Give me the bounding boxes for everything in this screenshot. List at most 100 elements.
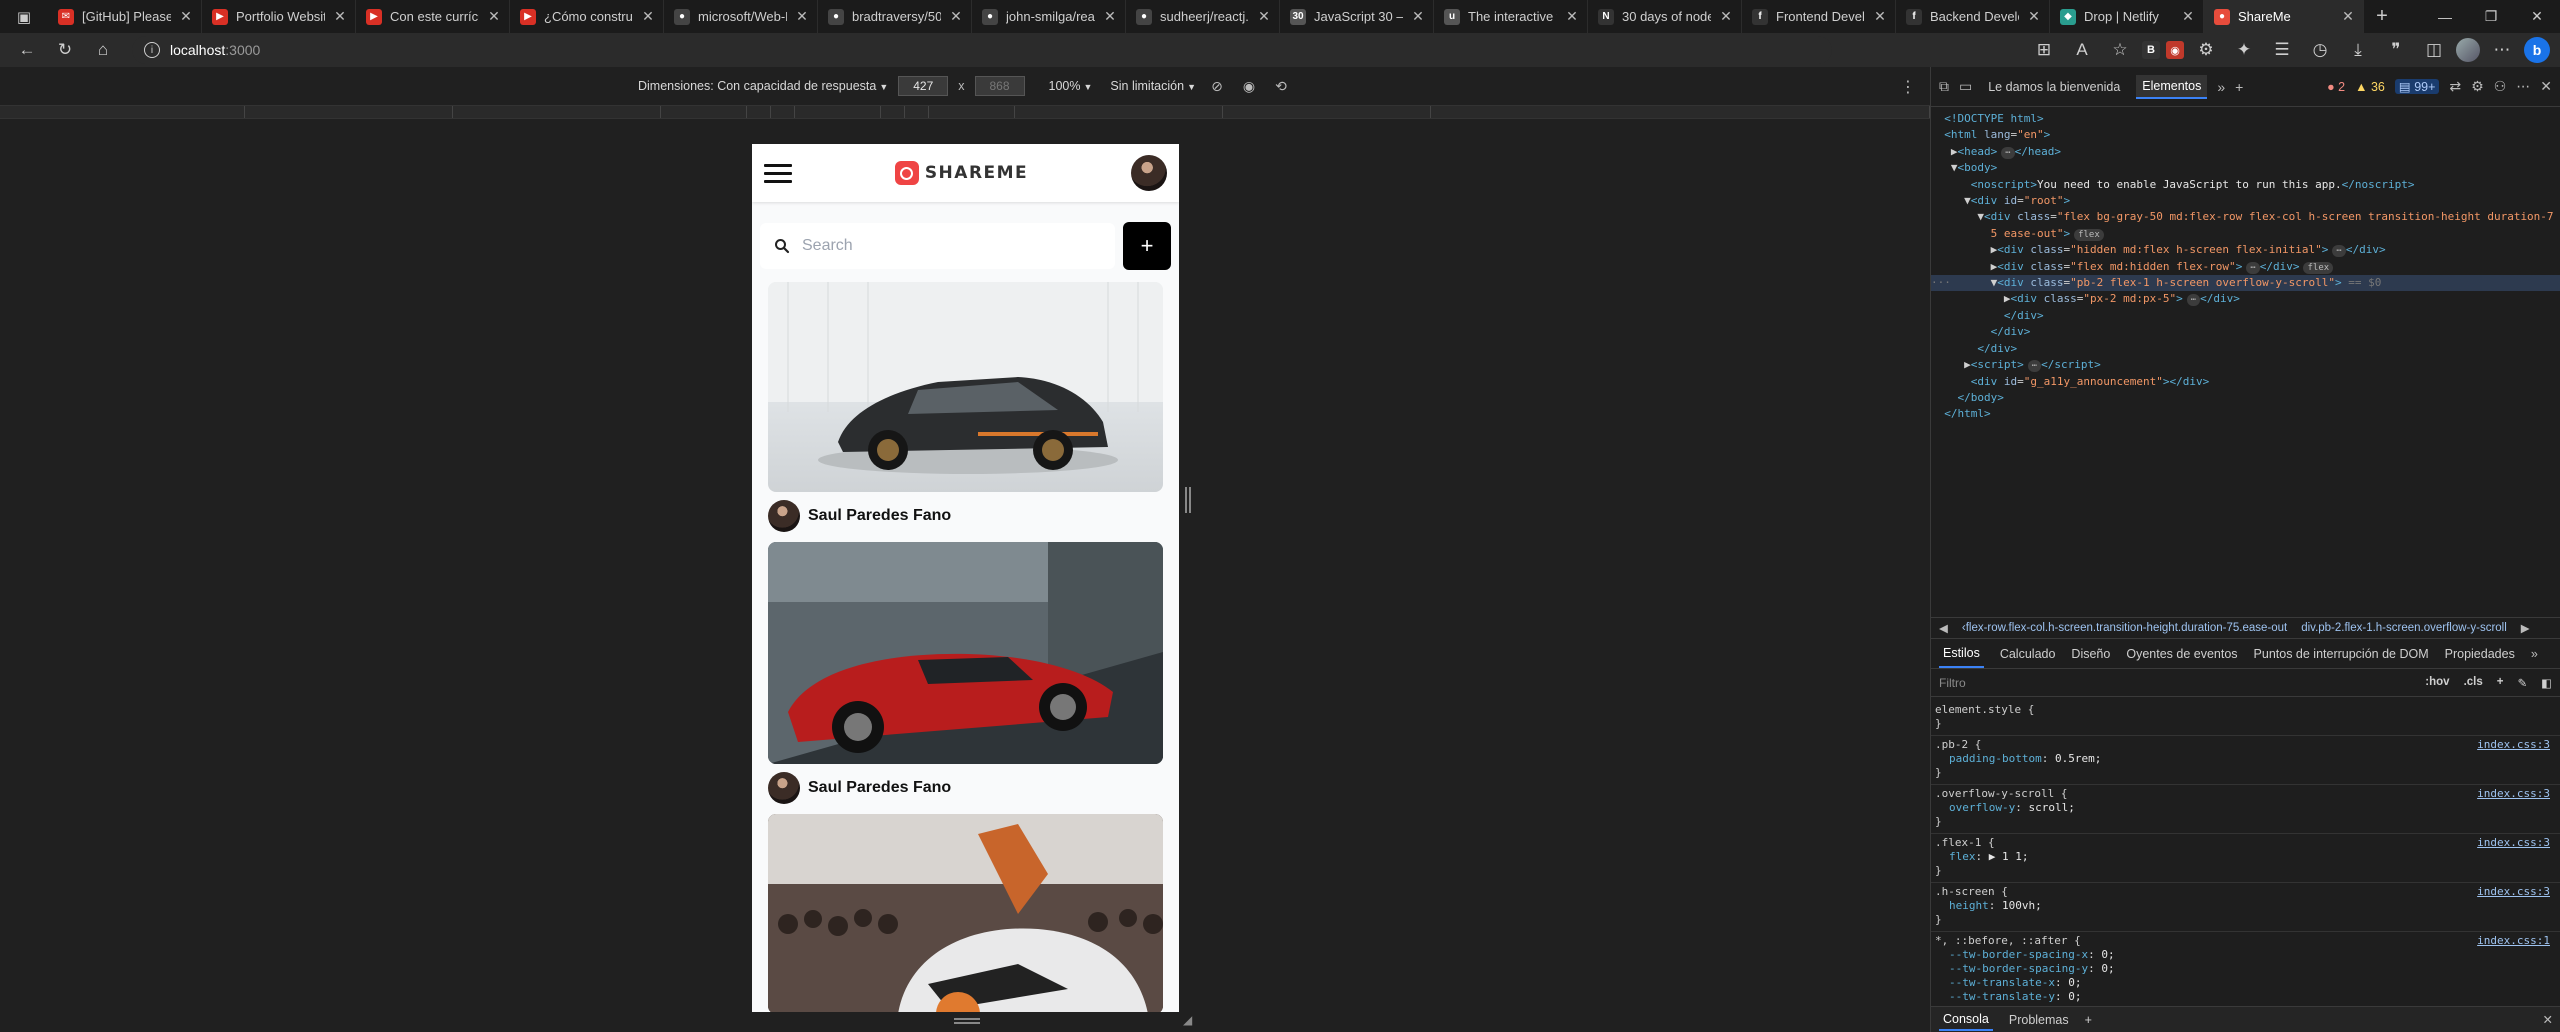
author-name[interactable]: Saul Paredes Fano xyxy=(808,779,951,797)
width-input[interactable]: 427 xyxy=(898,76,949,96)
style-rule[interactable]: .overflow-y-scroll {index.css:3 overflow-… xyxy=(1931,785,2560,834)
declaration-property[interactable]: --tw-border-spacing-x xyxy=(1949,948,2088,961)
dom-node[interactable]: ▶<script> ⋯ </script> xyxy=(1931,357,2560,373)
close-devtools-icon[interactable]: ✕ xyxy=(2540,78,2552,95)
dom-node[interactable]: ▶<head> ⋯ </head> xyxy=(1931,144,2560,160)
rule-declaration[interactable]: --tw-translate-y: 0; xyxy=(1935,990,2550,1004)
address-bar[interactable]: i localhost:3000 xyxy=(132,36,1832,64)
tab-close-icon[interactable]: ✕ xyxy=(1719,8,1733,25)
tab-actions-icon[interactable]: ▣ xyxy=(0,0,48,33)
browser-tab[interactable]: u The interactive w... ✕ xyxy=(1434,0,1588,33)
create-pin-button[interactable]: + xyxy=(1123,222,1171,270)
warning-count[interactable]: ▲ 36 xyxy=(2355,80,2385,94)
bing-icon[interactable]: b xyxy=(2524,37,2550,63)
rule-declaration[interactable]: --tw-border-spacing-x: 0; xyxy=(1935,948,2550,962)
breadcrumb-item[interactable]: div.pb-2.flex-1.h-screen.overflow-y-scro… xyxy=(2301,622,2507,634)
new-tab-button[interactable]: + xyxy=(2364,0,2400,33)
dom-node[interactable]: <html lang="en"> xyxy=(1931,127,2560,143)
sidebar-toggle-icon[interactable]: ◧ xyxy=(2541,676,2552,690)
dom-node[interactable]: ▶<div class="hidden md:flex h-screen fle… xyxy=(1931,242,2560,258)
viewport-resize-corner-icon[interactable]: ◢ xyxy=(1183,1013,1192,1027)
extension-icon[interactable]: B xyxy=(2142,41,2160,59)
dom-node[interactable]: ▼<div id="root"> xyxy=(1931,193,2560,209)
pin-image[interactable] xyxy=(768,282,1163,492)
dom-node[interactable]: </body> xyxy=(1931,390,2560,406)
tab-close-icon[interactable]: ✕ xyxy=(2181,8,2195,25)
pin-author-row[interactable]: Saul Paredes Fano xyxy=(768,764,1163,808)
browser-tab[interactable]: ● john-smilga/rea... ✕ xyxy=(972,0,1126,33)
browser-tab[interactable]: ▶ ¿Cómo construir... ✕ xyxy=(510,0,664,33)
author-name[interactable]: Saul Paredes Fano xyxy=(808,507,951,525)
tab-close-icon[interactable]: ✕ xyxy=(1257,8,1271,25)
rule-declaration[interactable]: flex: ▶ 1 1; xyxy=(1935,850,2550,864)
tab-close-icon[interactable]: ✕ xyxy=(795,8,809,25)
collections-icon[interactable]: ◫ xyxy=(2418,36,2450,64)
tab-close-icon[interactable]: ✕ xyxy=(949,8,963,25)
browser-tab[interactable]: f Frontend Develo... ✕ xyxy=(1742,0,1896,33)
dom-node[interactable]: ▶<div class="flex md:hidden flex-row"> ⋯ <… xyxy=(1931,259,2560,275)
author-avatar[interactable] xyxy=(768,500,800,532)
style-rule[interactable]: .flex-1 {index.css:3 flex: ▶ 1 1;} xyxy=(1931,834,2560,883)
declaration-value[interactable]: 0; xyxy=(2068,990,2081,1003)
browser-tab[interactable]: ✉ [GitHub] Please ... ✕ xyxy=(48,0,202,33)
more-panes-icon[interactable]: » xyxy=(2531,647,2538,661)
tab-close-icon[interactable]: ✕ xyxy=(2027,8,2041,25)
declaration-property[interactable]: height xyxy=(1949,899,1989,912)
new-rule-icon[interactable]: + xyxy=(2497,676,2504,690)
breadcrumb-scroll-right-icon[interactable]: ▶ xyxy=(2521,621,2530,635)
dom-node[interactable]: </div> xyxy=(1931,324,2560,340)
info-count[interactable]: ▤ 99+ xyxy=(2394,79,2440,94)
declaration-value[interactable]: 100vh; xyxy=(2002,899,2042,912)
declaration-property[interactable]: --tw-border-spacing-y xyxy=(1949,962,2088,975)
dom-node[interactable]: </div> xyxy=(1931,308,2560,324)
add-tab-icon[interactable]: + xyxy=(2235,79,2243,95)
tab-close-icon[interactable]: ✕ xyxy=(1103,8,1117,25)
declaration-value[interactable]: scroll; xyxy=(2028,801,2074,814)
rule-selector[interactable]: .flex-1 { xyxy=(1935,836,2550,850)
device-more-icon[interactable]: ⋮ xyxy=(1900,77,1916,97)
error-count[interactable]: ● 2 xyxy=(2327,80,2345,94)
settings-gear-icon[interactable]: ⚙ xyxy=(2471,78,2484,95)
browser-tab[interactable]: ▶ Con este currícul... ✕ xyxy=(356,0,510,33)
breadcrumb-item[interactable]: ‹flex-row.flex-col.h-screen.transition-h… xyxy=(1962,622,2287,634)
dom-node[interactable]: 5 ease-out"> flex xyxy=(1931,226,2560,242)
history-icon[interactable]: ◷ xyxy=(2304,36,2336,64)
declaration-property[interactable]: padding-bottom xyxy=(1949,752,2042,765)
rule-selector[interactable]: .h-screen { xyxy=(1935,885,2550,899)
cls-toggle[interactable]: .cls xyxy=(2464,676,2483,690)
browser-tab[interactable]: ● microsoft/Web-D... ✕ xyxy=(664,0,818,33)
rule-source-link[interactable]: index.css:3 xyxy=(2477,885,2550,899)
pin-author-row[interactable]: Saul Paredes Fano xyxy=(768,492,1163,536)
browser-tab[interactable]: ● sudheerj/reactj... ✕ xyxy=(1126,0,1280,33)
style-rule[interactable]: .h-screen {index.css:3 height: 100vh;} xyxy=(1931,883,2560,932)
tab-close-icon[interactable]: ✕ xyxy=(2341,8,2355,25)
close-window-icon[interactable]: ✕ xyxy=(2514,0,2560,33)
device-emulation-icon[interactable]: ⧉ xyxy=(1939,78,1949,95)
inspect-icon[interactable]: ▭ xyxy=(1959,78,1972,95)
tab-close-icon[interactable]: ✕ xyxy=(1411,8,1425,25)
dom-node[interactable]: ▼<div class="flex bg-gray-50 md:flex-row… xyxy=(1931,209,2560,225)
rule-selector[interactable]: .pb-2 { xyxy=(1935,738,2550,752)
favorites-icon[interactable]: ☰ xyxy=(2266,36,2298,64)
close-drawer-icon[interactable]: ✕ xyxy=(2543,1012,2553,1027)
dom-node[interactable]: <div id="g_a11y_announcement"></div> xyxy=(1931,374,2560,390)
tab-close-icon[interactable]: ✕ xyxy=(179,8,193,25)
tab-close-icon[interactable]: ✕ xyxy=(641,8,655,25)
connect-icon[interactable]: ⇄ xyxy=(2449,78,2461,95)
dom-node[interactable]: </div> xyxy=(1931,341,2560,357)
browser-tab[interactable]: ◆ Drop | Netlify ✕ xyxy=(2050,0,2204,33)
browser-tab[interactable]: ▶ Portfolio Website... ✕ xyxy=(202,0,356,33)
downloads-icon[interactable]: ⤓ xyxy=(2342,36,2374,64)
extensions-puzzle-icon[interactable]: ✦ xyxy=(2228,36,2260,64)
viewport-resize-handle-bottom[interactable] xyxy=(954,1018,980,1024)
minimize-icon[interactable]: — xyxy=(2422,0,2468,33)
pin-card[interactable]: Saul Paredes Fano xyxy=(768,282,1163,536)
author-avatar[interactable] xyxy=(768,772,800,804)
tab-console[interactable]: Consola xyxy=(1939,1009,1993,1031)
tab-issues[interactable]: Problemas xyxy=(2009,1013,2069,1027)
pin-card[interactable]: Saul Paredes Fano xyxy=(768,542,1163,808)
rule-selector[interactable]: element.style { xyxy=(1935,703,2550,717)
home-icon[interactable]: ⌂ xyxy=(86,36,120,64)
extension-icon[interactable]: ◉ xyxy=(2166,41,2184,59)
dom-node[interactable]: ▶<div class="px-2 md:px-5"> ⋯ </div> xyxy=(1931,291,2560,307)
